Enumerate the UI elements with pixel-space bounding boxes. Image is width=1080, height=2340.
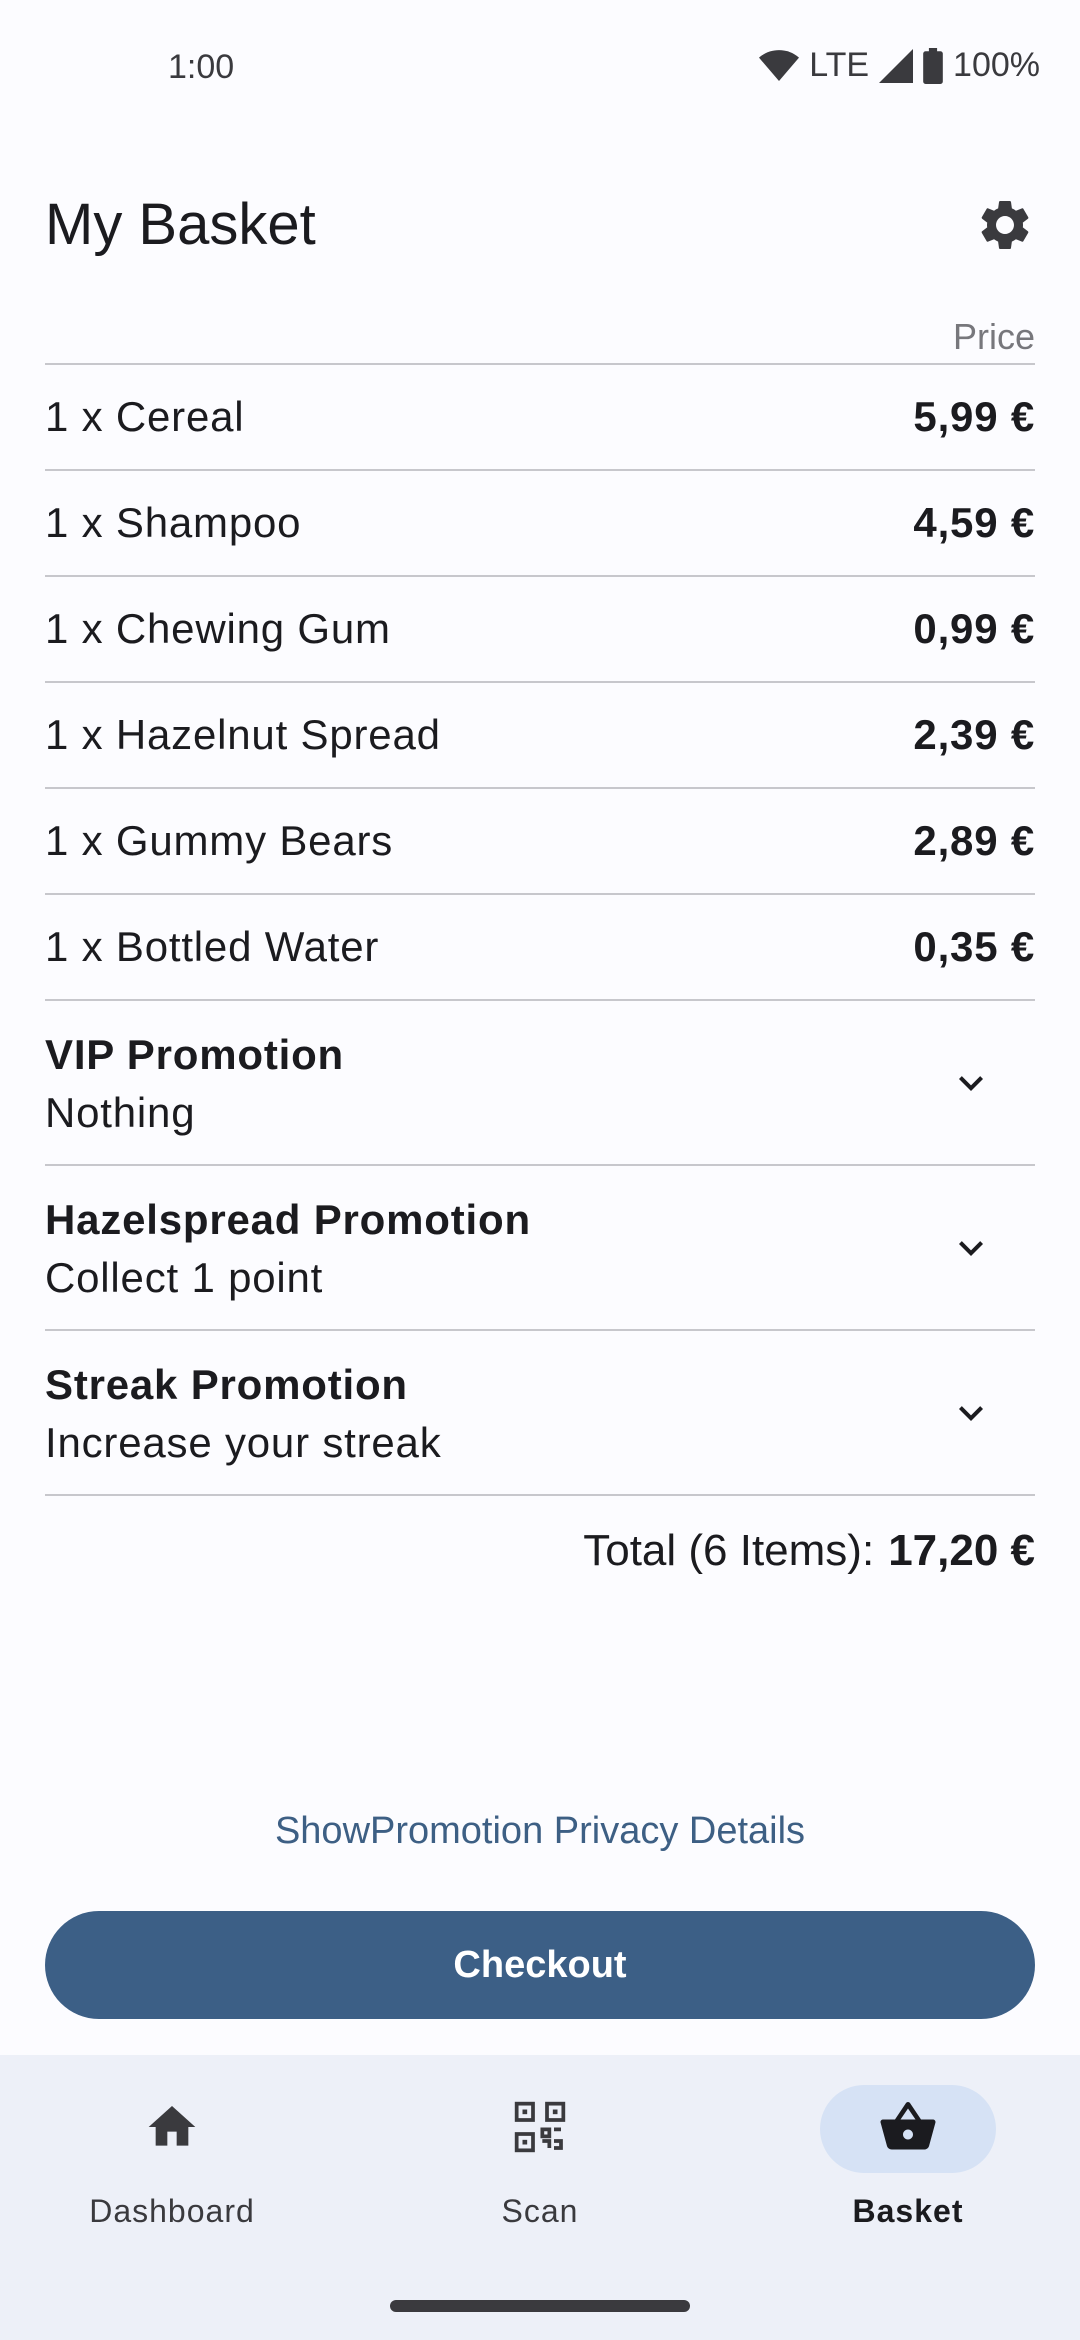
chevron-down-icon[interactable] [947,1224,995,1272]
checkout-button[interactable]: Checkout [45,1911,1035,2019]
nav-icon-container [84,2085,260,2173]
item-name: 1 x Shampoo [45,499,302,546]
nav-item-dashboard[interactable]: Dashboard [22,2085,322,2265]
battery-icon [923,47,943,84]
nav-item-basket[interactable]: Basket [758,2085,1058,2265]
total-label: Total (6 Items): [583,1526,875,1575]
home-indicator[interactable] [390,2300,690,2312]
item-name: 1 x Hazelnut Spread [45,711,441,758]
total-row: Total (6 Items): 17,20 € [45,1496,1035,1606]
basket-item: 1 x Bottled Water 0,35 € [45,895,1035,1001]
promotion-hazelspread[interactable]: Hazelspread Promotion Collect 1 point [45,1166,1035,1331]
nav-label: Dashboard [89,2193,255,2229]
nav-icon-container [452,2085,628,2173]
status-bar: 1:00 LTE 100% [0,0,1080,140]
settings-button[interactable] [975,195,1035,255]
item-price: 0,99 € [913,605,1035,652]
item-name: 1 x Bottled Water [45,923,380,970]
item-price: 2,39 € [913,711,1035,758]
page-title: My Basket [45,192,316,257]
basket-item: 1 x Chewing Gum 0,99 € [45,577,1035,683]
item-name: 1 x Chewing Gum [45,605,391,652]
battery-percent: 100% [953,46,1040,84]
home-icon [144,2099,200,2160]
wifi-icon [759,49,800,83]
signal-icon [879,48,914,83]
header: My Basket [45,185,1035,265]
qr-code-icon [512,2099,568,2160]
promotion-subtitle: Increase your streak [45,1419,442,1466]
chevron-down-icon[interactable] [947,1389,995,1437]
network-type: LTE [809,46,870,84]
promotion-vip[interactable]: VIP Promotion Nothing [45,1001,1035,1166]
promotion-title: Streak Promotion [45,1361,408,1408]
promotion-title: VIP Promotion [45,1031,344,1078]
item-price: 2,89 € [913,817,1035,864]
gear-icon [975,201,1035,259]
bottom-navigation: Dashboard Scan Basket [0,2055,1080,2340]
promotion-title: Hazelspread Promotion [45,1196,531,1243]
nav-item-scan[interactable]: Scan [390,2085,690,2265]
status-time: 1:00 [168,48,235,86]
basket-item: 1 x Hazelnut Spread 2,39 € [45,683,1035,789]
promotion-privacy-link[interactable]: ShowPromotion Privacy Details [0,1810,1080,1853]
basket-table: Price 1 x Cereal 5,99 € 1 x Shampoo 4,59… [45,310,1035,1606]
item-price: 5,99 € [913,393,1035,440]
basket-icon [878,2097,938,2162]
item-name: 1 x Gummy Bears [45,817,394,864]
nav-icon-container-active [820,2085,996,2173]
basket-item: 1 x Gummy Bears 2,89 € [45,789,1035,895]
status-indicators: LTE 100% [759,46,1040,85]
nav-label: Scan [501,2193,579,2229]
item-price: 0,35 € [913,923,1035,970]
price-column-header: Price [45,310,1035,365]
promotion-subtitle: Collect 1 point [45,1254,324,1301]
total-amount: 17,20 € [888,1526,1035,1575]
item-price: 4,59 € [913,499,1035,546]
nav-label: Basket [852,2193,964,2229]
basket-item: 1 x Cereal 5,99 € [45,365,1035,471]
promotion-subtitle: Nothing [45,1089,196,1136]
chevron-down-icon[interactable] [947,1059,995,1107]
basket-item: 1 x Shampoo 4,59 € [45,471,1035,577]
item-name: 1 x Cereal [45,393,245,440]
promotion-streak[interactable]: Streak Promotion Increase your streak [45,1331,1035,1496]
